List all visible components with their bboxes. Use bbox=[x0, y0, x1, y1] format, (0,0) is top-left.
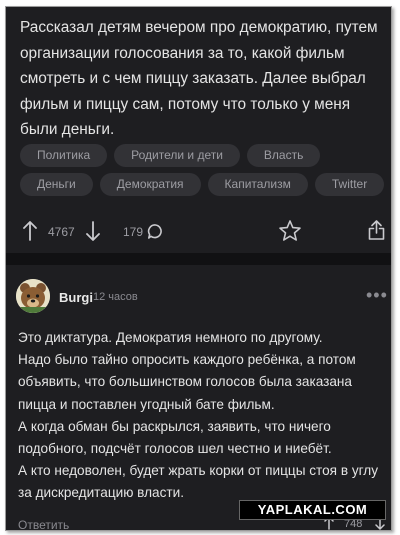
post-text: Рассказал детям вечером про демократию, … bbox=[20, 19, 378, 138]
comment-line: подобного, подсчёт голосов шел честно и … bbox=[18, 441, 332, 457]
more-options-icon[interactable]: ••• bbox=[366, 286, 388, 304]
upvote-button[interactable] bbox=[23, 221, 37, 246]
watermark: YAPLAKAL.COM bbox=[239, 500, 386, 520]
tag-list: Политика Родители и дети Власть Деньги Д… bbox=[20, 144, 385, 196]
arrow-up-icon bbox=[23, 221, 37, 241]
star-icon bbox=[279, 220, 301, 241]
comment-timestamp: 12 часов bbox=[93, 291, 138, 303]
share-icon bbox=[368, 220, 385, 240]
upvote-count: 4767 bbox=[48, 225, 75, 239]
comment-line: А когда обман бы раскрылся, заявить, что… bbox=[18, 418, 331, 434]
comments-button[interactable] bbox=[147, 223, 164, 245]
comment-author[interactable]: Burgi bbox=[59, 290, 93, 305]
comment-line: А кто недоволен, будет жрать корки от пи… bbox=[18, 463, 379, 479]
tag-money[interactable]: Деньги bbox=[20, 173, 93, 196]
comment-line: Надо было тайно опросить каждого ребёнка… bbox=[18, 352, 356, 368]
bear-avatar-icon bbox=[16, 279, 50, 313]
comment-line: пицца и поставлен угодный бате фильм. bbox=[18, 396, 275, 412]
save-button[interactable] bbox=[278, 219, 302, 248]
tag-politics[interactable]: Политика bbox=[20, 144, 108, 167]
comment-line: объявить, что большинством голосов была … bbox=[18, 374, 352, 390]
share-button[interactable] bbox=[368, 220, 385, 245]
comment-line: Это диктатура. Демократия немного по дру… bbox=[18, 330, 323, 345]
comment-bubble-icon bbox=[147, 224, 162, 239]
downvote-button[interactable] bbox=[86, 221, 100, 246]
tag-twitter[interactable]: Twitter bbox=[314, 173, 385, 196]
reply-button[interactable]: Ответить bbox=[18, 518, 69, 530]
comments-count: 179 bbox=[123, 225, 144, 239]
post-actions: 4767 179 bbox=[6, 215, 391, 249]
comment-text: Это диктатура. Демократия немного по дру… bbox=[18, 327, 386, 505]
avatar[interactable] bbox=[16, 279, 50, 313]
tag-democracy[interactable]: Демократия bbox=[99, 173, 201, 196]
section-divider bbox=[6, 253, 391, 265]
comment-card: Burgi 12 часов ••• Это диктатура. Демокр… bbox=[6, 265, 391, 530]
screenshot-frame: Рассказал детям вечером про демократию, … bbox=[5, 6, 392, 531]
tag-power[interactable]: Власть bbox=[246, 144, 321, 167]
tag-parents-and-children[interactable]: Родители и дети bbox=[114, 144, 240, 167]
tag-capitalism[interactable]: Капитализм bbox=[207, 173, 308, 196]
arrow-down-icon bbox=[86, 221, 100, 241]
